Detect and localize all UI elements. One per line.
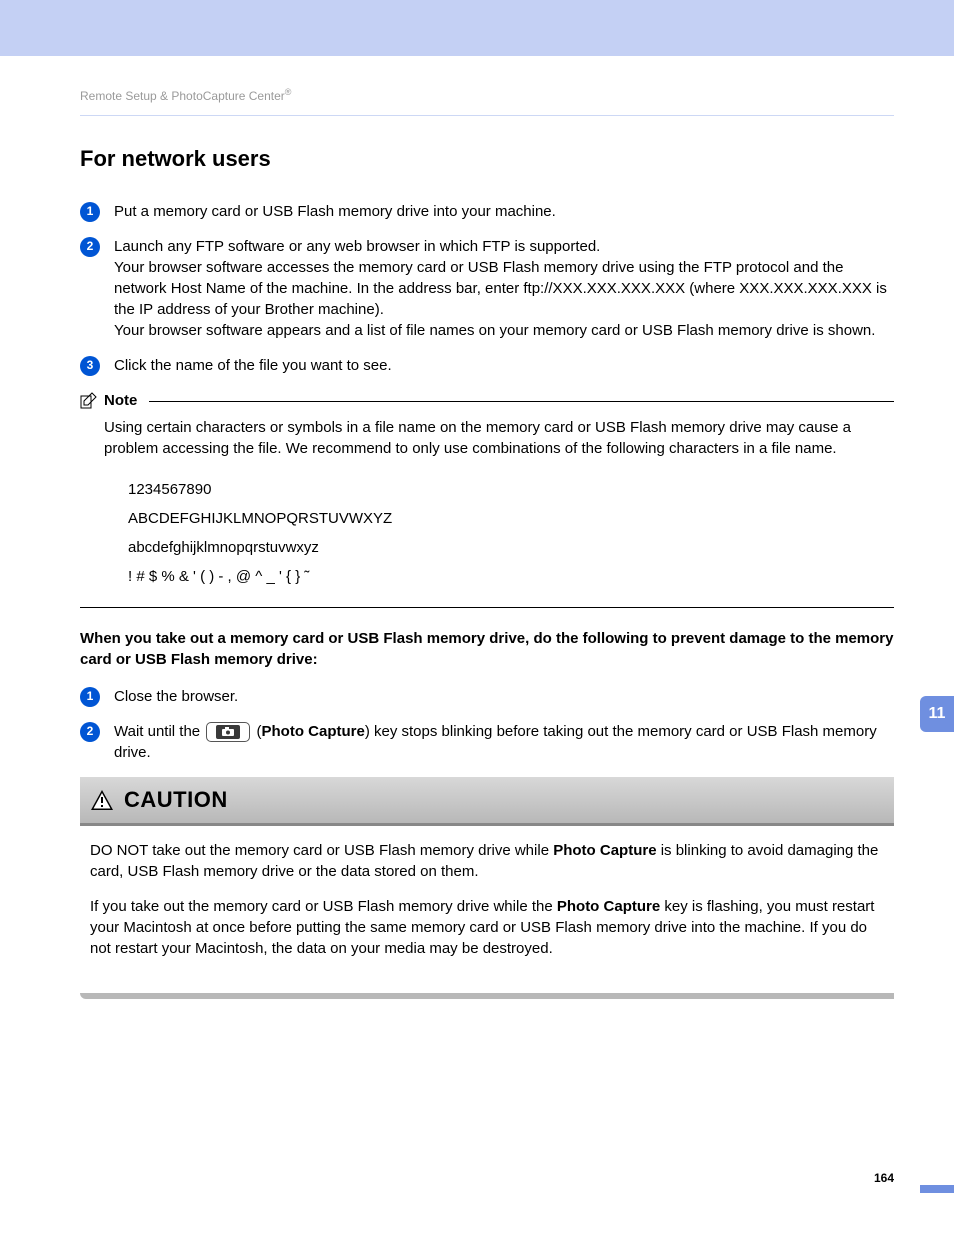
note-pencil-icon (80, 391, 98, 409)
char-line: ! # $ % & ' ( ) - , @ ^ _ ' { } ˜ (128, 566, 894, 587)
step-text: Click the name of the file you want to s… (114, 355, 894, 376)
text-fragment: If you take out the memory card or USB F… (90, 898, 557, 915)
text-fragment: ( (252, 723, 261, 740)
note-rule (149, 401, 894, 402)
caution-paragraph: DO NOT take out the memory card or USB F… (90, 840, 884, 882)
bold-instruction: When you take out a memory card or USB F… (80, 628, 894, 670)
text-fragment: Wait until the (114, 723, 204, 740)
step-number-badge: 3 (80, 356, 100, 376)
step-text: Close the browser. (114, 686, 894, 707)
note-body: Using certain characters or symbols in a… (80, 417, 894, 459)
chapter-tab: 11 (920, 696, 954, 732)
char-line: abcdefghijklmnopqrstuvwxyz (128, 537, 894, 558)
top-banner (0, 0, 954, 56)
step-number-badge: 2 (80, 722, 100, 742)
divider (80, 115, 894, 116)
note-end-rule (80, 607, 894, 608)
char-line: ABCDEFGHIJKLMNOPQRSTUVWXYZ (128, 508, 894, 529)
registered-mark: ® (285, 87, 292, 97)
page-title: For network users (80, 144, 894, 175)
step-row: 2 Wait until the (Photo Capture) key sto… (80, 721, 894, 763)
breadcrumb-text: Remote Setup & PhotoCapture Center (80, 89, 285, 103)
note-header: Note (80, 390, 894, 411)
page-number: 164 (874, 1170, 894, 1187)
step-text: Wait until the (Photo Capture) key stops… (114, 721, 894, 763)
caution-body: DO NOT take out the memory card or USB F… (80, 826, 894, 993)
note-char-list: 1234567890 ABCDEFGHIJKLMNOPQRSTUVWXYZ ab… (80, 479, 894, 587)
step-row: 2 Launch any FTP software or any web bro… (80, 236, 894, 341)
key-name: Photo Capture (553, 842, 656, 859)
key-name: Photo Capture (557, 898, 660, 915)
note-block: Note Using certain characters or symbols… (80, 390, 894, 608)
note-label: Note (104, 390, 137, 411)
step-number-badge: 1 (80, 687, 100, 707)
step-text: Launch any FTP software or any web brows… (114, 236, 894, 341)
caution-footer-bar (80, 993, 894, 999)
step-text: Put a memory card or USB Flash memory dr… (114, 201, 894, 222)
char-line: 1234567890 (128, 479, 894, 500)
caution-label: CAUTION (124, 785, 228, 816)
text-fragment: DO NOT take out the memory card or USB F… (90, 842, 553, 859)
step-row: 1 Close the browser. (80, 686, 894, 707)
step-number-badge: 2 (80, 237, 100, 257)
breadcrumb: Remote Setup & PhotoCapture Center® (80, 86, 894, 105)
page-content: Remote Setup & PhotoCapture Center® For … (0, 56, 954, 999)
caution-header: CAUTION (80, 777, 894, 827)
key-name: Photo Capture (262, 723, 365, 740)
step-row: 3 Click the name of the file you want to… (80, 355, 894, 376)
step-row: 1 Put a memory card or USB Flash memory … (80, 201, 894, 222)
photo-capture-key-icon (206, 722, 250, 742)
caution-paragraph: If you take out the memory card or USB F… (90, 896, 884, 959)
warning-triangle-icon (90, 789, 114, 811)
step-number-badge: 1 (80, 202, 100, 222)
page-number-accent (920, 1185, 954, 1193)
